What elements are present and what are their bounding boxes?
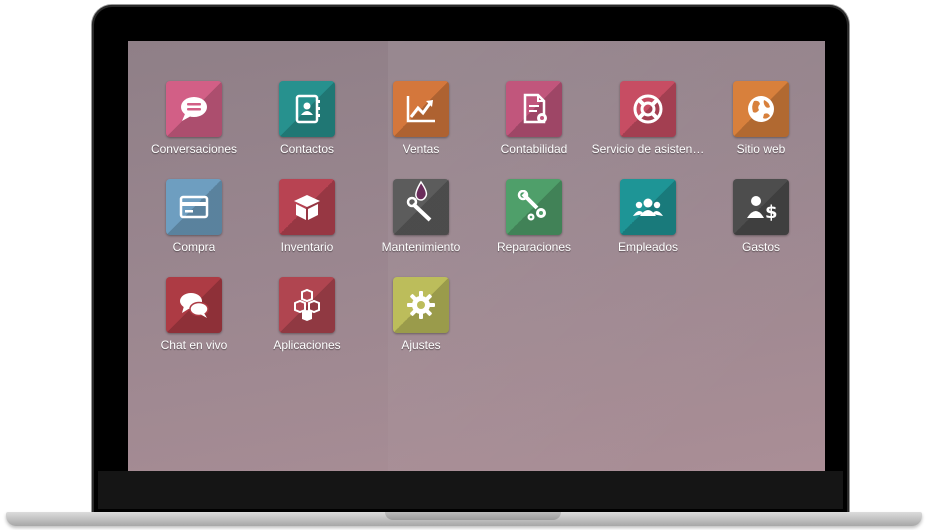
app-empleados[interactable]: Empleados [591, 179, 705, 269]
svg-text:$: $ [765, 202, 778, 223]
app-ventas[interactable]: Ventas [364, 81, 478, 171]
app-label: Contactos [279, 142, 335, 156]
box-icon [279, 179, 335, 235]
app-label: Conversaciones [150, 142, 238, 156]
app-label: Inventario [280, 240, 334, 254]
app-label: Servicio de asisten… [591, 142, 705, 156]
app-reparaciones[interactable]: Reparaciones [477, 179, 591, 269]
app-aplicaciones[interactable]: Aplicaciones [250, 277, 364, 367]
app-inventario[interactable]: Inventario [250, 179, 364, 269]
app-contactos[interactable]: Contactos [250, 81, 364, 171]
credit-card-icon [166, 179, 222, 235]
app-label: Chat en vivo [160, 338, 228, 352]
invoice-gear-icon [506, 81, 562, 137]
app-label: Ventas [402, 142, 440, 156]
wrench-drop-icon [393, 179, 449, 235]
app-label: Aplicaciones [273, 338, 341, 352]
app-label: Sitio web [736, 142, 786, 156]
lifebuoy-icon [620, 81, 676, 137]
app-mantenimiento[interactable]: Mantenimiento [364, 179, 478, 269]
address-book-icon [279, 81, 335, 137]
app-contabilidad[interactable]: Contabilidad [477, 81, 591, 171]
app-sitio-web[interactable]: Sitio web [704, 81, 818, 171]
laptop-notch [385, 512, 561, 520]
app-label: Gastos [741, 240, 780, 254]
app-servicio-asistencia[interactable]: Servicio de asisten… [591, 81, 705, 171]
app-label: Reparaciones [496, 240, 572, 254]
app-label: Ajustes [401, 338, 441, 352]
app-conversaciones[interactable]: Conversaciones [137, 81, 251, 171]
laptop-bezel [98, 471, 843, 509]
person-dollar-icon: $ [733, 179, 789, 235]
home-screen: Conversaciones Contactos Ventas Contabil… [128, 41, 825, 471]
chat-bubble-icon [166, 81, 222, 137]
chat-bubbles-icon [166, 277, 222, 333]
app-chat-en-vivo[interactable]: Chat en vivo [137, 277, 251, 367]
app-compra[interactable]: Compra [137, 179, 251, 269]
app-gastos[interactable]: $ Gastos [704, 179, 818, 269]
app-ajustes[interactable]: Ajustes [364, 277, 478, 367]
app-label: Compra [172, 240, 216, 254]
app-label: Empleados [617, 240, 679, 254]
app-label: Mantenimiento [381, 240, 461, 254]
trend-chart-icon [393, 81, 449, 137]
app-label: Contabilidad [500, 142, 568, 156]
globe-icon [733, 81, 789, 137]
wrench-gears-icon [506, 179, 562, 235]
gear-icon [393, 277, 449, 333]
cubes-icon [279, 277, 335, 333]
people-icon [620, 179, 676, 235]
